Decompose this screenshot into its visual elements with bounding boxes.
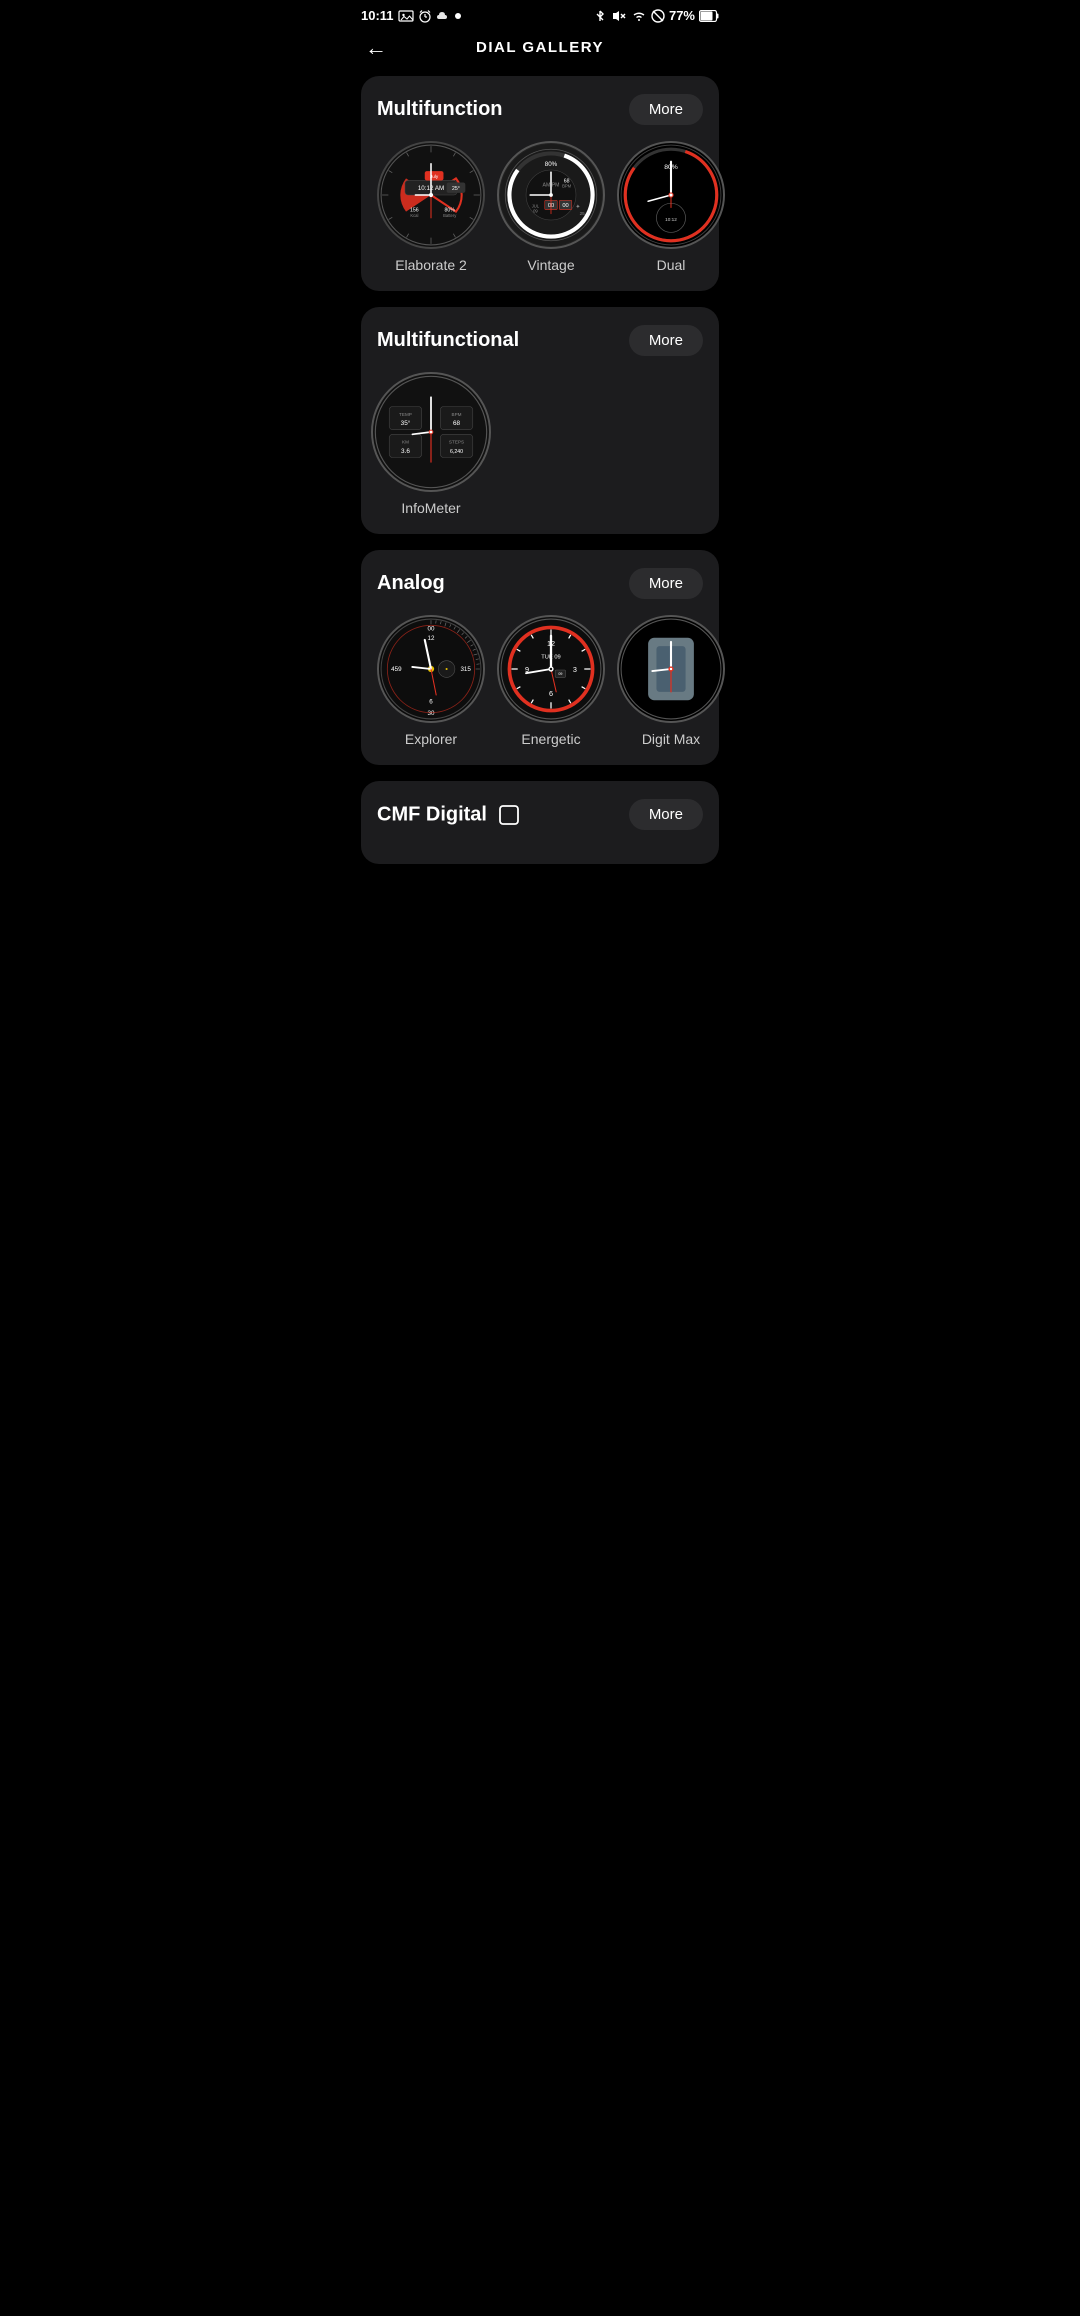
svg-text:BPM: BPM <box>452 412 462 417</box>
svg-text:80%: 80% <box>545 161 558 168</box>
section-title-analog: Analog <box>377 572 445 595</box>
dnd-icon <box>651 9 665 23</box>
svg-text:TEMP: TEMP <box>399 412 412 417</box>
top-bar: ← DIAL GALLERY <box>345 27 735 68</box>
dials-row-multifunctional: TEMP 35° BPM 68 KM 3.6 STEPS 6,240 <box>377 372 703 516</box>
bluetooth-icon <box>593 9 607 23</box>
dial-label-explorer: Explorer <box>405 731 457 747</box>
time: 10:11 <box>361 8 394 23</box>
section-header-cmfdigital: CMF Digital More <box>377 799 703 830</box>
back-button[interactable]: ← <box>365 35 387 61</box>
dial-item-digitmax[interactable]: Digit Max <box>617 615 725 747</box>
section-title-multifunction: Multifunction <box>377 98 503 121</box>
svg-text:15: 15 <box>464 666 471 673</box>
alarm-icon <box>418 9 432 23</box>
watch-face-explorer: 00 15 30 45 12 6 9 3 <box>379 617 483 721</box>
status-left: 10:11 <box>361 8 462 23</box>
svg-text:3: 3 <box>460 666 464 673</box>
dials-row-analog: 00 15 30 45 12 6 9 3 <box>377 615 703 747</box>
more-button-multifunction[interactable]: More <box>629 94 703 125</box>
dial-circle-energetic: 12 TUE 09 9 3 6 09 <box>497 615 605 723</box>
watch-face-elaborate2: 10:12 AM 25° July 156 Kcal 80% Battery <box>379 143 483 247</box>
svg-text:✦: ✦ <box>575 204 580 211</box>
section-title-multifunctional: Multifunctional <box>377 329 519 352</box>
dial-item-vintage[interactable]: 80% AM PM 68 BPM JUL 09 00 <box>497 141 605 273</box>
svg-text:10:12: 10:12 <box>665 217 677 222</box>
dial-circle-explorer: 00 15 30 45 12 6 9 3 <box>377 615 485 723</box>
dial-circle-infometer: TEMP 35° BPM 68 KM 3.6 STEPS 6,240 <box>371 372 491 492</box>
more-button-multifunctional[interactable]: More <box>629 325 703 356</box>
svg-text:Battery: Battery <box>443 213 457 218</box>
dial-item-explorer[interactable]: 00 15 30 45 12 6 9 3 <box>377 615 485 747</box>
svg-text:68: 68 <box>453 420 461 427</box>
content: Multifunction More <box>345 68 735 888</box>
status-bar: 10:11 77% <box>345 0 735 27</box>
wifi-icon <box>631 9 647 23</box>
svg-text:25: 25 <box>580 211 586 216</box>
dial-circle-digitmax <box>617 615 725 723</box>
more-button-analog[interactable]: More <box>629 568 703 599</box>
page-title: DIAL GALLERY <box>476 39 604 56</box>
dials-row-multifunction: 10:12 AM 25° July 156 Kcal 80% Battery <box>377 141 703 273</box>
cloud-icon <box>436 9 450 23</box>
svg-text:KM: KM <box>402 440 409 445</box>
gallery-icon <box>398 9 414 23</box>
section-cmfdigital: CMF Digital More <box>361 781 719 864</box>
watch-face-digitmax <box>619 617 723 721</box>
watch-face-vintage: 80% AM PM 68 BPM JUL 09 00 <box>499 143 603 247</box>
svg-text:3.6: 3.6 <box>401 448 410 455</box>
watch-face-energetic: 12 TUE 09 9 3 6 09 <box>499 617 603 721</box>
more-button-cmfdigital[interactable]: More <box>629 799 703 830</box>
watch-face-infometer: TEMP 35° BPM 68 KM 3.6 STEPS 6,240 <box>373 374 489 490</box>
battery-icon <box>699 10 719 22</box>
dial-item-dual[interactable]: 80% 10:12 Dual <box>617 141 725 273</box>
svg-text:Kcal: Kcal <box>410 213 418 218</box>
svg-text:BPM: BPM <box>562 184 572 189</box>
svg-text:6: 6 <box>429 698 433 705</box>
dial-label-energetic: Energetic <box>521 731 580 747</box>
svg-text:12: 12 <box>428 635 435 642</box>
mute-icon <box>611 9 627 23</box>
battery-text: 77% <box>669 8 695 23</box>
svg-text:35°: 35° <box>401 419 411 427</box>
section-title-cmfdigital: CMF Digital <box>377 803 521 827</box>
section-analog: Analog More <box>361 550 719 765</box>
watch-face-dual: 80% 10:12 <box>619 143 723 247</box>
section-header-analog: Analog More <box>377 568 703 599</box>
dial-circle-elaborate2: 10:12 AM 25° July 156 Kcal 80% Battery <box>377 141 485 249</box>
section-header-multifunction: Multifunction More <box>377 94 703 125</box>
dial-label-elaborate2: Elaborate 2 <box>395 257 467 273</box>
section-header-multifunctional: Multifunctional More <box>377 325 703 356</box>
svg-text:30: 30 <box>428 710 435 717</box>
svg-text:00: 00 <box>428 626 435 633</box>
dial-circle-dual: 80% 10:12 <box>617 141 725 249</box>
dial-item-energetic[interactable]: 12 TUE 09 9 3 6 09 <box>497 615 605 747</box>
cmfdigital-icon <box>497 803 521 827</box>
dial-label-digitmax: Digit Max <box>642 731 700 747</box>
svg-text:3: 3 <box>573 665 577 674</box>
svg-text:00: 00 <box>562 203 568 209</box>
dot-icon <box>454 12 462 20</box>
svg-text:09: 09 <box>558 672 562 676</box>
dial-label-vintage: Vintage <box>527 257 574 273</box>
svg-text:6,240: 6,240 <box>450 449 463 455</box>
dial-label-dual: Dual <box>657 257 686 273</box>
section-multifunctional: Multifunctional More TEMP 35° <box>361 307 719 534</box>
dial-item-infometer[interactable]: TEMP 35° BPM 68 KM 3.6 STEPS 6,240 <box>377 372 485 516</box>
svg-text:STEPS: STEPS <box>449 440 464 445</box>
status-right: 77% <box>593 8 719 23</box>
dial-label-infometer: InfoMeter <box>401 500 460 516</box>
svg-text:09: 09 <box>533 209 538 214</box>
svg-text:9: 9 <box>398 666 402 673</box>
dial-circle-vintage: 80% AM PM 68 BPM JUL 09 00 <box>497 141 605 249</box>
section-multifunction: Multifunction More <box>361 76 719 291</box>
dial-item-elaborate2[interactable]: 10:12 AM 25° July 156 Kcal 80% Battery <box>377 141 485 273</box>
svg-text:25°: 25° <box>452 186 460 192</box>
svg-text:6: 6 <box>549 689 553 698</box>
cmfdigital-title-text: CMF Digital <box>377 803 487 825</box>
